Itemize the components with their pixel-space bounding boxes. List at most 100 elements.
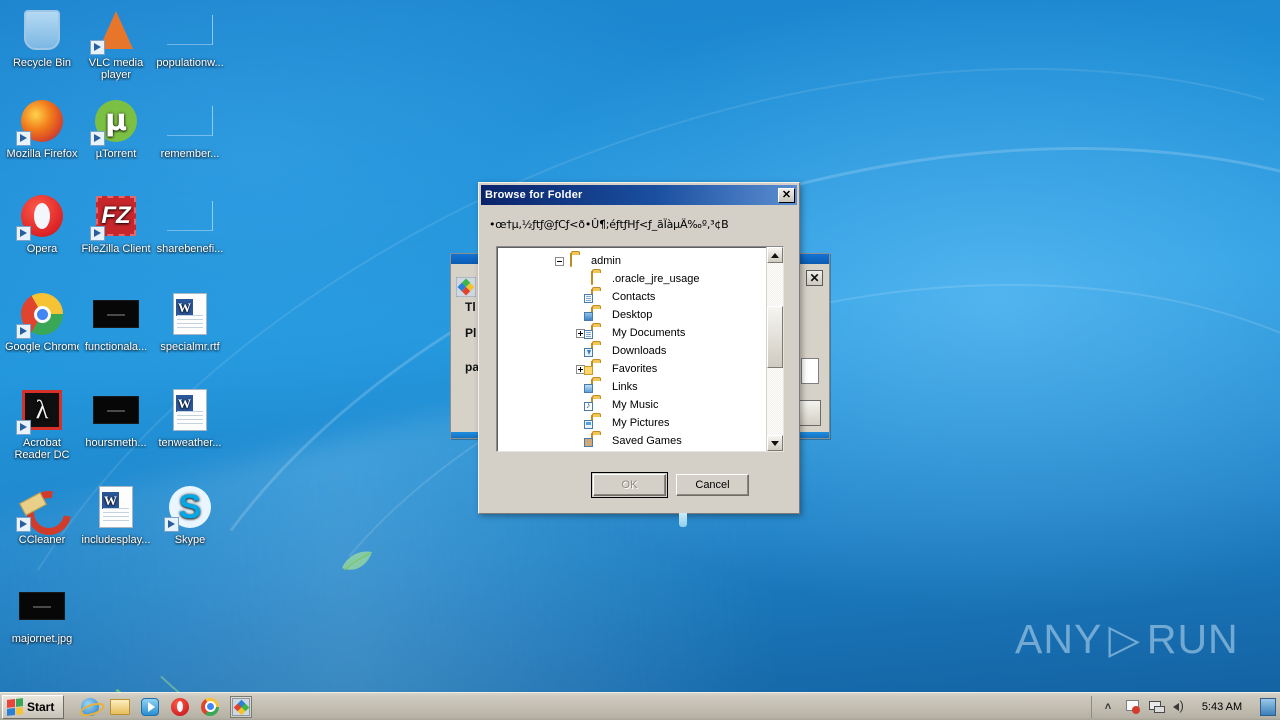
desktop-icon-tenweather[interactable]: tenweather... [153, 386, 227, 449]
desktop-icon-label: Skype [174, 534, 206, 546]
desktop-icon-mozilla-firefox[interactable]: Mozilla Firefox [5, 97, 79, 160]
desktop-icon-hoursmeth[interactable]: hoursmeth... [79, 386, 153, 449]
blank-thumbnail-icon [166, 6, 214, 54]
show-desktop-button[interactable] [1260, 697, 1276, 716]
tree-item-label: Links [612, 381, 638, 393]
tree-item-label: My Pictures [612, 417, 670, 429]
quick-launch-bar[interactable] [80, 695, 253, 718]
network-icon[interactable] [1148, 699, 1165, 715]
folder-icon [591, 271, 607, 286]
tree-item-favorites[interactable]: Favorites [497, 360, 766, 378]
skype-icon: S [164, 483, 214, 532]
tree-item-oracle-jre-usage[interactable]: .oracle_jre_usage [497, 270, 766, 288]
chrome-icon[interactable] [200, 697, 220, 717]
no-toggle-spacer [576, 275, 585, 284]
desktop-icon-label: FileZilla Client [81, 243, 151, 255]
taskbar-clock[interactable]: 5:43 AM [1196, 701, 1248, 713]
app-diamond-icon [456, 277, 476, 297]
desktop-icon-filezilla-client[interactable]: FZ FileZilla Client [79, 192, 153, 255]
tree-item-label: My Documents [612, 327, 686, 339]
recycle-bin-icon [18, 6, 66, 54]
blank-thumbnail-icon [166, 192, 214, 240]
tree-item-label: Contacts [612, 291, 656, 303]
running-app-icon[interactable] [230, 695, 253, 718]
background-window-close-button[interactable]: ✕ [806, 270, 823, 286]
tree-item-label: Saved Games [612, 435, 682, 447]
action-center-icon[interactable] [1124, 699, 1140, 715]
tree-scrollbar[interactable] [766, 247, 783, 451]
desktop-icon-label: Recycle Bin [12, 57, 72, 69]
start-button[interactable]: Start [2, 694, 65, 719]
scroll-down-button[interactable] [767, 435, 783, 451]
desktop-icon-label: remember... [160, 148, 220, 160]
browse-for-folder-dialog[interactable]: Browse for Folder ✕ •œ†µ,½ƒtƒ@ƒCƒ<ð•Û¶́;… [478, 182, 800, 527]
filezilla-icon: FZ [90, 192, 140, 241]
dialog-title: Browse for Folder [485, 189, 583, 201]
windows-explorer-icon[interactable] [110, 697, 131, 717]
background-window-text-2: Pl [465, 326, 477, 340]
desktop-icon-specialmr-rtf[interactable]: specialmr.rtf [153, 290, 227, 353]
folder-downloads-icon [584, 343, 607, 358]
tree-item-my-pictures[interactable]: My Pictures [497, 414, 766, 432]
desktop-icon-google-chrome[interactable]: Google Chrome [5, 290, 79, 353]
desktop-icon-torrent[interactable]: µ µTorrent [79, 97, 153, 160]
desktop-icon-includesplay[interactable]: includesplay... [79, 483, 153, 546]
word-document-icon [166, 290, 214, 338]
tree-item-my-documents[interactable]: My Documents [497, 324, 766, 342]
ccleaner-icon [16, 483, 66, 532]
tree-item-label: Favorites [612, 363, 658, 375]
volume-icon[interactable] [1172, 698, 1188, 715]
desktop-icon-populationw[interactable]: populationw... [153, 6, 227, 69]
desktop[interactable]: ANY ▷ RUN Recycle Bin VLC media player pop… [0, 0, 1280, 720]
taskbar[interactable]: Start ˄ 5:43 AM [0, 692, 1280, 720]
tree-item-label: Desktop [612, 309, 653, 321]
ok-button[interactable]: OK [591, 472, 668, 498]
folder-desktop-icon [584, 307, 607, 322]
desktop-icon-remember[interactable]: remember... [153, 97, 227, 160]
windows-logo-icon [7, 697, 23, 716]
tree-item-admin[interactable]: admin [497, 252, 766, 270]
desktop-icon-majornet-jpg[interactable]: majornet.jpg [5, 582, 79, 645]
dialog-titlebar[interactable]: Browse for Folder ✕ [481, 185, 797, 205]
desktop-icon-label: Google Chrome [5, 341, 79, 353]
triangle-down-icon [771, 440, 779, 446]
desktop-icon-acrobat-reader-dc[interactable]: λ Acrobat Reader DC [5, 386, 79, 461]
desktop-icon-sharebenefi[interactable]: sharebenefi... [153, 192, 227, 255]
word-document-icon [166, 386, 214, 434]
tree-item-desktop[interactable]: Desktop [497, 306, 766, 324]
scroll-up-button[interactable] [767, 247, 783, 263]
background-window-button[interactable] [799, 400, 821, 426]
tree-item-saved-games[interactable]: Saved Games [497, 432, 766, 450]
scrollbar-thumb[interactable] [767, 305, 783, 368]
desktop-icon-functionala[interactable]: functionala... [79, 290, 153, 353]
desktop-icon-ccleaner[interactable]: CCleaner [5, 483, 79, 546]
desktop-icon-vlc-media-player[interactable]: VLC media player [79, 6, 153, 81]
tree-item-downloads[interactable]: Downloads [497, 342, 766, 360]
cancel-button[interactable]: Cancel [676, 474, 749, 496]
internet-explorer-icon[interactable] [80, 697, 100, 717]
tree-item-label: Downloads [612, 345, 667, 357]
wallpaper-leaf-icon [342, 551, 372, 571]
collapse-toggle-icon[interactable] [555, 256, 564, 266]
desktop-icon-label: Acrobat Reader DC [14, 437, 70, 461]
tree-item-links[interactable]: Links [497, 378, 766, 396]
chevron-up-icon: ˄ [1104, 700, 1112, 713]
opera-icon[interactable] [170, 697, 190, 717]
tree-item-my-music[interactable]: My Music [497, 396, 766, 414]
desktop-icon-skype[interactable]: S Skype [153, 483, 227, 546]
folder-tree-view[interactable]: admin .oracle_jre_usage Contacts Desktop My … [496, 246, 784, 452]
desktop-icon-opera[interactable]: Opera [5, 192, 79, 255]
tree-item-label: .oracle_jre_usage [612, 273, 700, 285]
tree-item-contacts[interactable]: Contacts [497, 288, 766, 306]
folder-tree-rows[interactable]: admin .oracle_jre_usage Contacts Desktop My … [497, 247, 766, 451]
desktop-icon-recycle-bin[interactable]: Recycle Bin [5, 6, 79, 69]
background-window-input-field[interactable] [801, 358, 819, 384]
system-tray[interactable]: ˄ 5:43 AM [1091, 695, 1280, 718]
show-hidden-icons-button[interactable]: ˄ [1100, 699, 1116, 715]
close-icon[interactable]: ✕ [778, 187, 795, 203]
desktop-icon-label: Opera [26, 243, 58, 255]
watermark-any-text: ANY [1015, 615, 1103, 662]
dialog-resize-grip[interactable] [679, 513, 687, 527]
folder-music-icon [584, 397, 607, 412]
media-player-icon[interactable] [140, 697, 160, 717]
